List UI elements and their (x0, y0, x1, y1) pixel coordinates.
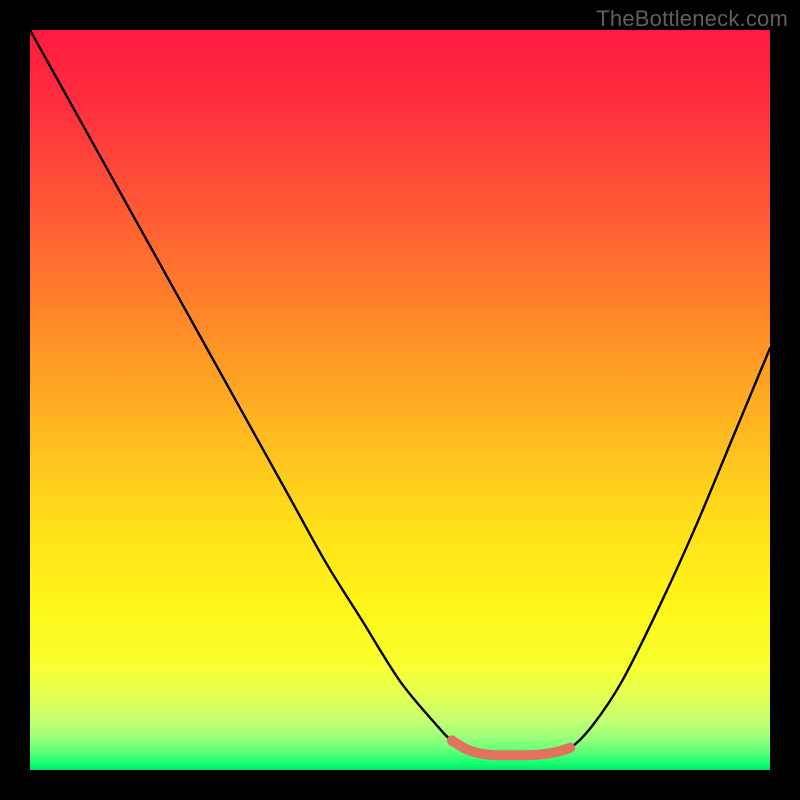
watermark-text: TheBottleneck.com (596, 6, 788, 32)
heatmap-background (30, 30, 770, 770)
chart-frame: TheBottleneck.com (0, 0, 800, 800)
plot-area (30, 30, 770, 770)
